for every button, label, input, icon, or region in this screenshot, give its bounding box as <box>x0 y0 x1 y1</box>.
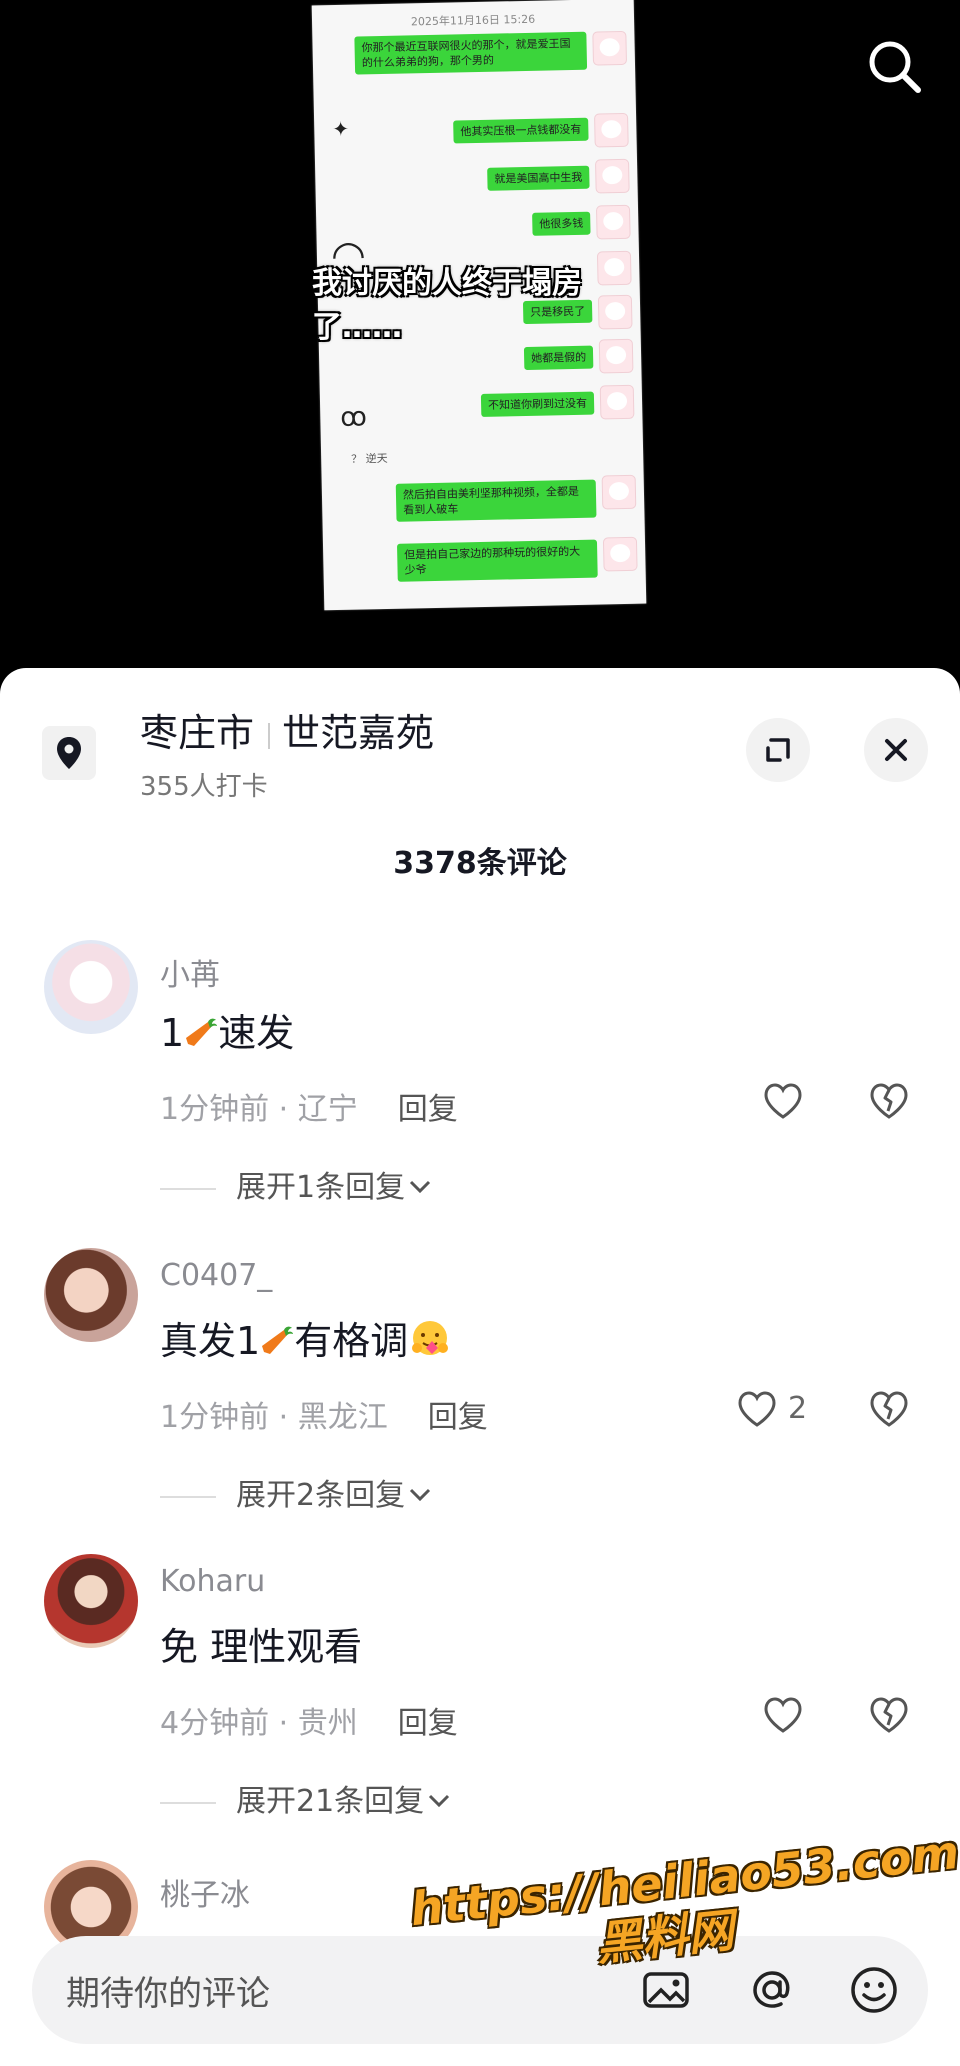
divider-line <box>160 1187 216 1190</box>
reply-button[interactable]: 回复 <box>398 1706 458 1741</box>
comment-meta: 4分钟前 · 贵州 回复 <box>160 1698 458 1742</box>
comment-time-region: 1分钟前 · 辽宁 <box>160 1092 358 1127</box>
chat-avatar <box>592 30 628 66</box>
comment-input[interactable]: 期待你的评论 <box>66 1966 270 2015</box>
comment-username[interactable]: 桃子冰 <box>160 1870 250 1914</box>
comments-count-title: 3378条评论 <box>393 846 567 881</box>
location-city: 枣庄市 <box>140 711 255 755</box>
comment-text-part: 有格调 <box>294 1319 409 1363</box>
expand-replies-label: 展开21条回复 <box>236 1784 425 1819</box>
comment-time-region: 1分钟前 · 黑龙江 <box>160 1400 388 1435</box>
comment-text: 真发1 有格调 <box>160 1310 452 1365</box>
video-player[interactable]: 2025年11月16日 15:26 你那个最近互联网很火的那个，就是爱王国的什么… <box>0 0 960 680</box>
chat-avatar <box>594 112 629 148</box>
like-icon[interactable] <box>734 1386 780 1432</box>
dislike-icon[interactable] <box>866 1386 912 1432</box>
chat-message: 不知道你刷到过没有 <box>480 391 595 417</box>
avatar[interactable] <box>44 1248 138 1342</box>
carrot-emoji-icon <box>260 1323 294 1357</box>
chat-message: 但是拍自己家边的那种玩的很好的大少爷 <box>396 539 598 582</box>
chat-message: 就是美国高中生我 <box>487 165 590 191</box>
reply-button[interactable]: 回复 <box>428 1400 488 1435</box>
comment-item: Koharu 免 理性观看 4分钟前 · 贵州 回复 展开21条回复 <box>0 1554 960 1854</box>
expand-replies[interactable]: 展开2条回复 <box>160 1470 435 1514</box>
chat-message: 他很多钱 <box>532 211 591 236</box>
carrot-emoji-icon <box>184 1015 218 1049</box>
avatar[interactable] <box>44 1554 138 1648</box>
chat-message: 他其实压根一点钱都没有 <box>453 117 589 144</box>
expand-replies-label: 展开1条回复 <box>236 1170 406 1205</box>
close-button[interactable] <box>864 718 928 782</box>
comment-meta: 1分钟前 · 黑龙江 回复 <box>160 1392 488 1436</box>
expand-replies[interactable]: 展开1条回复 <box>160 1162 435 1206</box>
chat-avatar <box>599 384 635 420</box>
expand-icon <box>766 738 790 762</box>
close-icon <box>885 739 907 761</box>
comment-item: 小苒 1 速发 1分钟前 · 辽宁 回复 展开1条回复 <box>0 940 960 1240</box>
location-separator <box>268 722 271 749</box>
divider-line <box>160 1495 216 1498</box>
like-icon[interactable] <box>760 1692 806 1738</box>
reply-button[interactable]: 回复 <box>398 1092 458 1127</box>
chat-avatar <box>598 338 634 374</box>
comment-username[interactable]: C0407_ <box>160 1258 272 1293</box>
like-icon[interactable] <box>760 1078 806 1124</box>
chevron-down-icon <box>429 1794 450 1808</box>
location-place: 世范嘉苑 <box>282 711 435 755</box>
comment-item: C0407_ 真发1 有格调 1分钟前 · 黑龙江 回复 2 展开2条回复 <box>0 1248 960 1548</box>
chat-message: 然后拍自由美利坚那种视频，全都是看到人破车 <box>395 479 597 522</box>
expand-button[interactable] <box>746 718 810 782</box>
chat-message: 你那个最近互联网很火的那个，就是爱王国的什么弟弟的狗，那个男的 <box>354 31 588 75</box>
search-icon[interactable] <box>862 34 928 100</box>
mention-icon[interactable] <box>742 1960 802 2020</box>
expand-replies-label: 展开2条回复 <box>236 1478 406 1513</box>
chat-avatar <box>602 536 638 572</box>
comment-text-part: 真发1 <box>160 1319 261 1363</box>
location-title[interactable]: 枣庄市 世范嘉苑 <box>140 702 434 757</box>
chat-system-note: ？ 逆天 <box>351 451 388 466</box>
comment-text-part: 1 <box>160 1011 185 1055</box>
like-count: 2 <box>788 1391 808 1426</box>
hugging-emoji-icon <box>408 1318 452 1358</box>
location-pin-icon[interactable] <box>42 726 96 780</box>
chevron-down-icon <box>410 1488 431 1502</box>
comment-username[interactable]: 小苒 <box>160 950 220 994</box>
chat-timestamp: 2025年11月16日 15:26 <box>410 12 536 29</box>
emoji-icon[interactable] <box>844 1960 904 2020</box>
chevron-down-icon <box>410 1180 431 1194</box>
chat-avatar <box>596 250 632 286</box>
location-checkins: 355人打卡 <box>140 772 268 802</box>
chat-avatar <box>597 294 633 330</box>
expand-replies[interactable]: 展开21条回复 <box>160 1776 454 1820</box>
dislike-icon[interactable] <box>866 1692 912 1738</box>
comment-text: 免 理性观看 <box>160 1625 363 1669</box>
comment-text: 1 速发 <box>160 1002 294 1057</box>
chat-avatar <box>601 474 637 510</box>
video-caption: 我讨厌的人终于塌房了…… <box>312 266 582 345</box>
sparkle-doodle: ✦ <box>332 116 350 142</box>
dislike-icon[interactable] <box>866 1078 912 1124</box>
cherry-doodle: ꝏ <box>340 402 368 433</box>
chat-avatar <box>594 158 630 194</box>
chat-avatar <box>595 204 631 240</box>
comment-text-part: 速发 <box>218 1011 295 1055</box>
comment-time-region: 4分钟前 · 贵州 <box>160 1706 358 1741</box>
comment-username[interactable]: Koharu <box>160 1564 265 1599</box>
image-icon[interactable] <box>636 1960 696 2020</box>
divider-line <box>160 1801 216 1804</box>
comment-meta: 1分钟前 · 辽宁 回复 <box>160 1084 458 1128</box>
avatar[interactable] <box>44 940 138 1034</box>
